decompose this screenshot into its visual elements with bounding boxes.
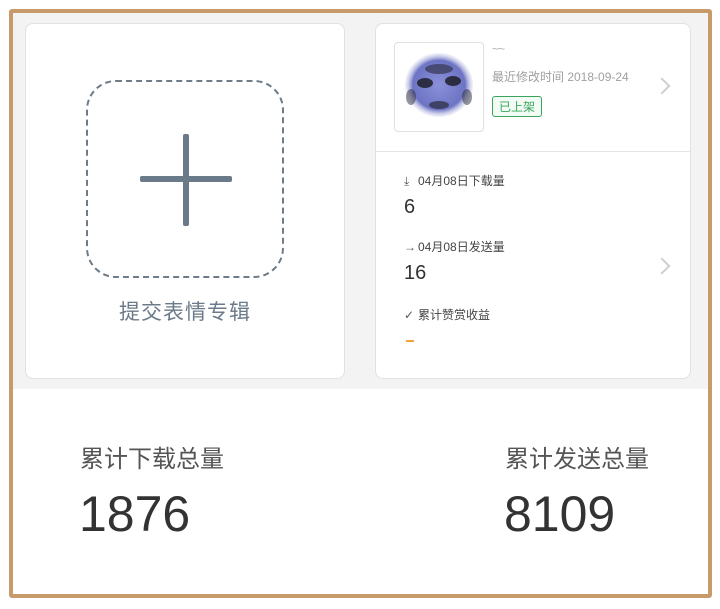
totals-section: 累计下载总量 1876 累计发送总量 8109 — [13, 389, 708, 594]
album-name: ~~ — [492, 42, 505, 56]
total-send-value: 8109 — [504, 486, 616, 542]
total-download-value: 1876 — [79, 486, 191, 542]
download-stat-value: 6 — [404, 196, 416, 218]
send-stat-value: 16 — [404, 262, 427, 284]
check-icon: ✓ — [404, 308, 415, 322]
album-header[interactable]: ~~ 最近修改时间 2018-09-24 已上架 — [376, 24, 690, 152]
download-stat-label: ⤓ 04月08日下载量 — [404, 174, 505, 188]
status-badge: 已上架 — [492, 96, 543, 117]
blurred-face-image — [405, 53, 473, 117]
plus-icon-vertical — [183, 134, 189, 226]
upload-dropzone[interactable] — [86, 80, 284, 278]
chevron-right-icon-stats[interactable] — [653, 257, 671, 275]
album-card[interactable]: ~~ 最近修改时间 2018-09-24 已上架 ⤓ 04月08日下载量 6 → 0… — [375, 23, 691, 379]
right-arrow-icon: → — [404, 240, 416, 254]
submit-album-card[interactable]: 提交表情专辑 — [25, 23, 345, 379]
cards-area: 提交表情专辑 ~~ 最近修改时间 2018-09-24 已上架 ⤓ 04月08日… — [13, 13, 708, 389]
album-thumbnail — [394, 42, 484, 132]
last-modified: 最近修改时间 2018-09-24 — [492, 70, 629, 84]
reward-stat-label: ✓ 累计赞赏收益 — [404, 308, 491, 322]
download-arrow-icon: ⤓ — [404, 174, 410, 188]
reward-stat-value — [406, 340, 414, 342]
total-send-label: 累计发送总量 — [505, 445, 649, 473]
send-stat-label: → 04月08日发送量 — [404, 240, 505, 254]
total-download-label: 累计下载总量 — [80, 445, 224, 473]
chevron-right-icon[interactable] — [653, 77, 671, 95]
screenshot-frame: 提交表情专辑 ~~ 最近修改时间 2018-09-24 已上架 ⤓ 04月08日… — [9, 9, 712, 598]
submit-album-label: 提交表情专辑 — [119, 300, 251, 324]
